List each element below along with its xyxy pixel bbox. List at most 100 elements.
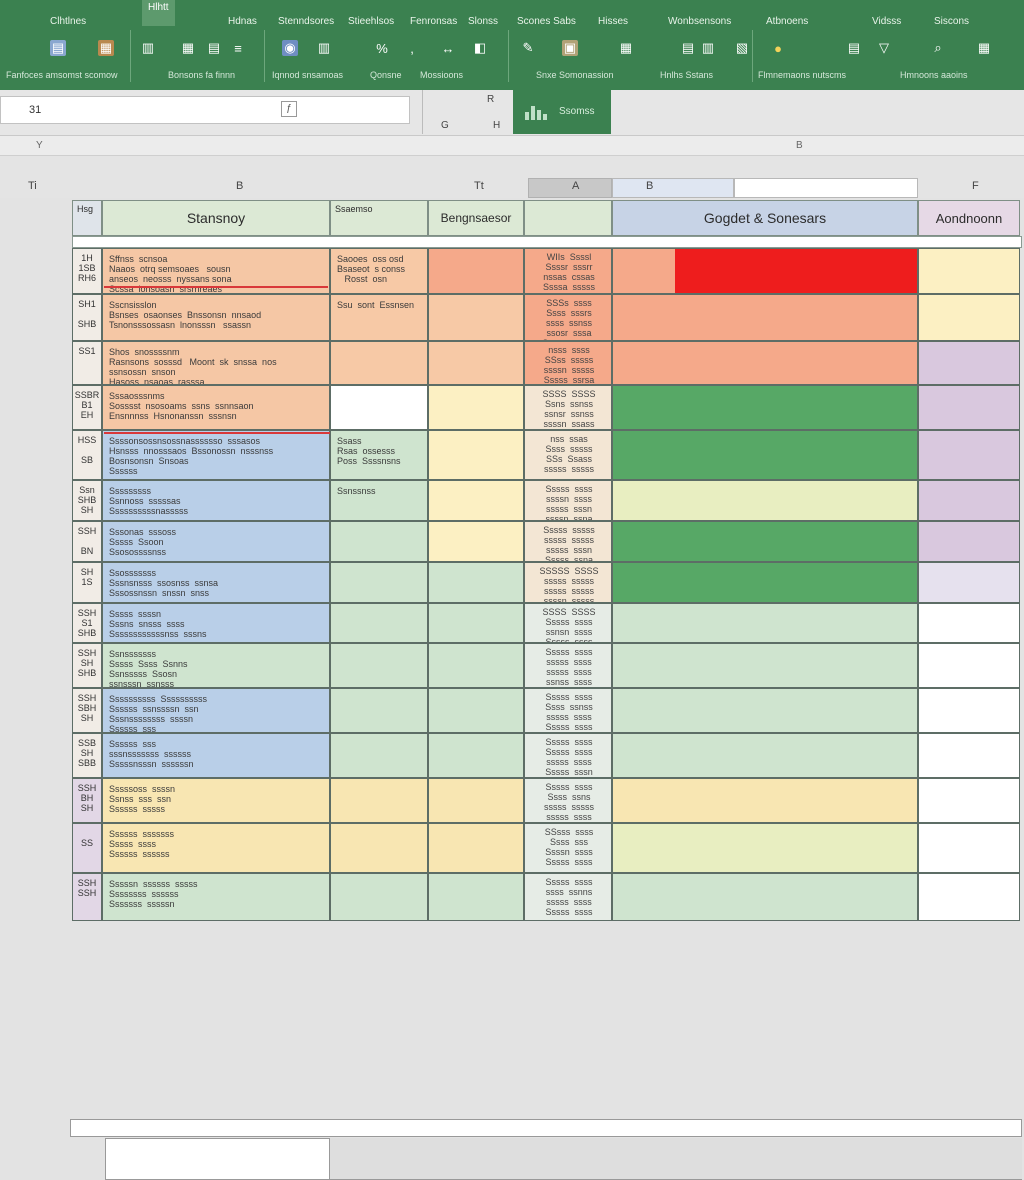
column-header-f[interactable]: F	[972, 180, 979, 192]
sheet-tab-area[interactable]	[105, 1138, 330, 1180]
values-cell[interactable]: Sssss ssss sssss ssss sssss ssss ssnss s…	[524, 643, 612, 688]
tab-workbook[interactable]: Wonbsensons	[668, 16, 731, 27]
borders-icon[interactable]: ▤	[206, 40, 222, 56]
values-cell[interactable]: Sssss ssss ssss ssnns sssss ssss Sssss s…	[524, 873, 612, 921]
summary-cell[interactable]: Ssosssssss Sssnsnsss ssosnss ssnsa Sssos…	[102, 562, 330, 603]
score-bar-cell[interactable]	[612, 778, 918, 823]
assignment-cell[interactable]	[918, 733, 1020, 778]
column-header-b[interactable]: B	[236, 180, 243, 192]
header-scores[interactable]: Gogdet & Sonesars	[612, 200, 918, 236]
summary-cell[interactable]: Sssss ssssn Sssns snsss ssss Sssssssssss…	[102, 603, 330, 643]
col-c-cell[interactable]	[330, 873, 428, 921]
summary-cell[interactable]: Ssssssssss Ssssssssss Ssssss ssnssssn ss…	[102, 688, 330, 733]
col-c-cell[interactable]: Ssass Rsas ossesss Poss Ssssnsns	[330, 430, 428, 480]
summary-cell[interactable]: Sssssssss Ssnnoss sssssas Ssssssssssnass…	[102, 480, 330, 521]
row-id-cell[interactable]: SSH SBH SH	[72, 688, 102, 733]
summary-cell[interactable]: Sssaosssnms Sosssst nsosoams ssns ssnnsa…	[102, 385, 330, 430]
col-c-cell[interactable]	[330, 778, 428, 823]
category-cell[interactable]	[428, 430, 524, 480]
col-c-cell[interactable]: Ssnssnss	[330, 480, 428, 521]
category-cell[interactable]	[428, 823, 524, 873]
row-id-cell[interactable]: HSS SB	[72, 430, 102, 480]
score-bar-cell[interactable]	[612, 823, 918, 873]
values-cell[interactable]: SSSSS SSSS sssss sssss sssss sssss ssssn…	[524, 562, 612, 603]
tab-view[interactable]: Scones Sabs	[517, 16, 576, 27]
summary-cell[interactable]: Ssnsssssss Sssss Ssss Ssnns Ssnsssss Sso…	[102, 643, 330, 688]
paste-icon[interactable]: ▤	[50, 40, 66, 56]
score-bar-cell[interactable]	[612, 248, 918, 294]
find-icon[interactable]: ⌕	[930, 40, 946, 56]
score-bar-cell[interactable]	[612, 341, 918, 385]
decimal-icon[interactable]: ↔	[440, 40, 456, 56]
delete-cells-icon[interactable]: ▥	[700, 40, 716, 56]
column-header-d[interactable]	[528, 178, 612, 198]
row-id-cell[interactable]: Ssn SHB SH	[72, 480, 102, 521]
tab-help[interactable]: Hisses	[598, 16, 628, 27]
values-cell[interactable]: SSSs ssss Ssss sssrs ssss ssnss ssosr ss…	[524, 294, 612, 341]
category-cell[interactable]	[428, 733, 524, 778]
column-header-c[interactable]: Tt	[474, 180, 484, 192]
insert-cells-icon[interactable]: ▤	[680, 40, 696, 56]
header-values[interactable]	[524, 200, 612, 236]
row-id-cell[interactable]: 1H 1SB RH6	[72, 248, 102, 294]
assignment-cell[interactable]	[918, 603, 1020, 643]
summary-cell[interactable]: Ssssss sss sssnsssssss ssssss Sssssnsssn…	[102, 733, 330, 778]
col-c-cell[interactable]	[330, 823, 428, 873]
cell-styles-icon[interactable]: ▣	[562, 40, 578, 56]
category-cell[interactable]	[428, 873, 524, 921]
assignment-cell[interactable]	[918, 823, 1020, 873]
values-cell[interactable]: Sssss ssss Ssss ssnss sssss ssss Sssss s…	[524, 688, 612, 733]
summary-cell[interactable]: Sscnsisslon Bsnses osaonses Bnssonsn nns…	[102, 294, 330, 341]
assignment-cell[interactable]	[918, 562, 1020, 603]
row-id-cell[interactable]: SH 1S	[72, 562, 102, 603]
category-cell[interactable]	[428, 778, 524, 823]
row-id-cell[interactable]: SS1	[72, 341, 102, 385]
assignment-cell[interactable]	[918, 521, 1020, 562]
share-icon[interactable]: ▦	[976, 40, 992, 56]
score-bar-cell[interactable]	[612, 688, 918, 733]
tab-review[interactable]: Slonss	[468, 16, 498, 27]
align-icon[interactable]: ≡	[230, 40, 246, 56]
tab-page-layout[interactable]: Stenndsores	[278, 16, 334, 27]
header-assignment[interactable]: Aondnoonn	[918, 200, 1020, 236]
category-cell[interactable]	[428, 562, 524, 603]
row-id-cell[interactable]: SSBR B1 EH	[72, 385, 102, 430]
values-cell[interactable]: Sssss sssss sssss sssss sssss sssn Sssss…	[524, 521, 612, 562]
values-cell[interactable]: SSsss ssss Ssss sss Ssssn ssss Sssss sss…	[524, 823, 612, 873]
summary-cell[interactable]: Sssonas sssoss Sssss Ssoon Ssosossssnss	[102, 521, 330, 562]
tab-file[interactable]: Clhtlnes	[50, 16, 86, 27]
name-box[interactable]: 31 ƒ	[0, 96, 410, 124]
category-cell[interactable]	[428, 294, 524, 341]
values-cell[interactable]: Sssss ssss ssssn ssss sssss sssn ssssn s…	[524, 480, 612, 521]
summary-cell[interactable]: Ssssss sssssss Sssss ssss Ssssss ssssss	[102, 823, 330, 873]
tab-addins[interactable]: Atbnoens	[766, 16, 808, 27]
score-bar-cell[interactable]	[612, 480, 918, 521]
col-c-cell[interactable]	[330, 688, 428, 733]
values-cell[interactable]: nsss ssss SSss sssss ssssn sssss Sssss s…	[524, 341, 612, 385]
row-id-cell[interactable]: SSH BH SH	[72, 778, 102, 823]
comma-icon[interactable]: ,	[404, 40, 420, 56]
summary-cell[interactable]: Sssssn ssssss sssss Ssssssss ssssss Ssss…	[102, 873, 330, 921]
category-cell[interactable]	[428, 341, 524, 385]
grid-icon[interactable]: ▦	[618, 40, 634, 56]
function-icon[interactable]: ƒ	[281, 101, 297, 117]
score-bar-cell[interactable]	[612, 294, 918, 341]
header-categories[interactable]: Bengnsaesor	[428, 200, 524, 236]
category-cell[interactable]	[428, 248, 524, 294]
number-format-icon[interactable]: ▥	[316, 40, 332, 56]
insert-chart-button[interactable]: Ssomss	[513, 90, 611, 134]
score-bar-cell[interactable]	[612, 430, 918, 480]
row-id-cell[interactable]: SSH S1 SHB	[72, 603, 102, 643]
values-cell[interactable]: Sssss ssss Ssss ssns sssss sssss sssss s…	[524, 778, 612, 823]
category-cell[interactable]	[428, 688, 524, 733]
col-c-cell[interactable]	[330, 643, 428, 688]
clipboard-icon[interactable]: ▦	[98, 40, 114, 56]
values-cell[interactable]: Sssss ssss Sssss ssss sssss ssss Sssss s…	[524, 733, 612, 778]
summary-cell[interactable]: Ssssonsossnsossnasssssso sssasos Hsnsss …	[102, 430, 330, 480]
assignment-cell[interactable]	[918, 778, 1020, 823]
font-icon[interactable]: ▥	[140, 40, 156, 56]
header-id[interactable]: Hsg	[72, 200, 102, 236]
col-c-cell[interactable]: Ssu sont Essnsen	[330, 294, 428, 341]
values-cell[interactable]: SSSS SSSS Sssss ssss ssnsn ssss Sssss ss…	[524, 603, 612, 643]
column-header-blank[interactable]	[734, 178, 918, 198]
